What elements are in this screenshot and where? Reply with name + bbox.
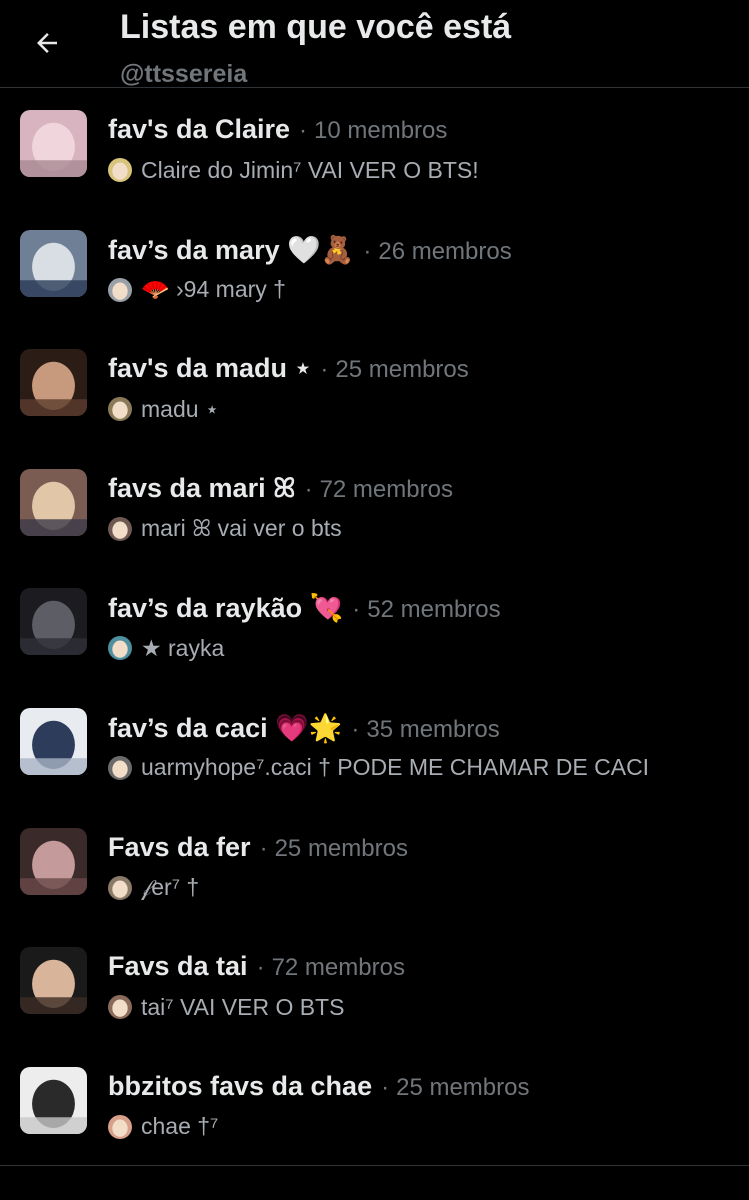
list-item[interactable]: fav’s da mary 🤍🧸 · 26 membros 🪭 ›94 mary † [0, 210, 749, 330]
owner-name: uarmyhope⁷.caci † PODE ME CHAMAR DE CACI [141, 754, 650, 781]
list-title-line: bbzitos favs da chae · 25 membros [108, 1071, 529, 1102]
member-count: 25 membros [335, 356, 469, 384]
owner-name: tai⁷ VAI VER O BTS [141, 993, 345, 1020]
member-count: 25 membros [396, 1073, 530, 1101]
owner-name: ★ rayka [141, 634, 225, 661]
owner-avatar [108, 636, 132, 661]
list-name: Favs da tai [108, 951, 248, 982]
member-count: 72 membros [271, 954, 405, 982]
back-button[interactable] [24, 20, 70, 66]
list-item[interactable]: fav’s da caci 💗🌟 · 35 membros uarmyhope⁷.ca… [0, 688, 749, 808]
list-thumbnail [20, 1066, 87, 1134]
list-owner: Claire do Jimin⁷ VAI VER O BTS! [108, 156, 479, 184]
member-count: 72 membros [319, 475, 453, 503]
list-owner: tai⁷ VAI VER O BTS [108, 993, 344, 1021]
list-name: favs da mari ꕤ [108, 472, 296, 503]
list-thumbnail [20, 349, 87, 417]
list-thumbnail [20, 110, 87, 177]
user-handle: @ttssereia [120, 60, 248, 88]
list-title-line: Favs da fer · 25 membros [108, 832, 408, 863]
list-owner: 𝒻er⁷ † [108, 874, 199, 902]
list-item[interactable]: fav's da madu ⋆ · 25 membros madu ⋆ [0, 329, 749, 449]
owner-avatar [108, 1114, 132, 1139]
owner-avatar [108, 397, 132, 422]
member-count: 26 membros [378, 237, 512, 265]
list-thumbnail [20, 827, 87, 895]
list-item[interactable]: Favs da fer · 25 membros 𝒻er⁷ † [0, 808, 749, 928]
list-name: fav's da madu ⋆ [108, 353, 312, 384]
separator-dot: · [259, 834, 268, 862]
list-title-line: fav’s da raykão 💘 · 52 membros [108, 592, 501, 624]
member-count: 52 membros [367, 596, 501, 624]
member-count: 35 membros [366, 715, 500, 743]
page-title: Listas em que você está [120, 8, 512, 46]
list-owner: ★ rayka [108, 634, 224, 662]
separator-dot: · [304, 475, 313, 503]
list-title-line: fav’s da mary 🤍🧸 · 26 membros [108, 234, 512, 266]
arrow-left-icon [37, 33, 57, 53]
member-count: 10 membros [314, 117, 448, 144]
list-title-line: fav’s da caci 💗🌟 · 35 membros [108, 712, 500, 744]
list-title-line: Favs da tai · 72 membros [108, 951, 405, 982]
owner-name: madu ⋆ [141, 395, 220, 422]
list-thumbnail [20, 947, 87, 1015]
list-item[interactable]: fav's da Claire · 10 membros Claire do Jimi… [0, 90, 749, 210]
list-thumbnail [20, 588, 87, 656]
list-name: fav’s da raykão 💘 [108, 593, 344, 624]
list-owner: uarmyhope⁷.caci † PODE ME CHAMAR DE CACI [108, 754, 649, 782]
list-item[interactable]: fav’s da raykão 💘 · 52 membros ★ rayka [0, 568, 749, 688]
list-owner: 🪭 ›94 mary † [108, 276, 286, 304]
list-thumbnail [20, 468, 87, 536]
list-title-line: fav's da Claire · 10 membros [108, 114, 447, 145]
list-name: Favs da fer [108, 831, 251, 862]
top-header: Listas em que você está @ttssereia [0, 0, 749, 88]
list-owner: madu ⋆ [108, 395, 219, 423]
separator-dot: · [299, 117, 308, 144]
list-name: fav’s da mary 🤍🧸 [108, 234, 355, 265]
list-item[interactable]: bbzitos favs da chae · 25 membros chae †⁷ [0, 1047, 749, 1167]
list-owner: mari ꕤ vai ver o bts [108, 515, 342, 543]
list-title-line: favs da mari ꕤ · 72 membros [108, 473, 453, 505]
lists-container: fav's da Claire · 10 membros Claire do Jimi… [0, 90, 749, 1166]
list-thumbnail [20, 707, 87, 775]
separator-dot: · [363, 237, 372, 265]
owner-name: chae †⁷ [141, 1113, 219, 1140]
owner-avatar [108, 995, 132, 1020]
separator-dot: · [256, 954, 265, 982]
list-thumbnail [20, 229, 87, 297]
separator-dot: · [320, 356, 329, 384]
list-title-line: fav's da madu ⋆ · 25 membros [108, 353, 469, 384]
separator-dot: · [381, 1073, 390, 1101]
owner-avatar [108, 277, 132, 302]
owner-avatar [108, 755, 132, 780]
list-item[interactable]: Favs da tai · 72 membros tai⁷ VAI VER O BTS [0, 927, 749, 1047]
owner-name: 𝒻er⁷ † [141, 874, 200, 901]
owner-avatar [108, 158, 132, 182]
member-count: 25 membros [274, 834, 408, 862]
separator-dot: · [352, 596, 361, 624]
list-name: bbzitos favs da chae [108, 1070, 373, 1101]
list-name: fav’s da caci 💗🌟 [108, 712, 343, 743]
bottom-divider [0, 1165, 749, 1166]
list-name: fav's da Claire [108, 114, 291, 144]
list-owner: chae †⁷ [108, 1113, 218, 1141]
list-item[interactable]: favs da mari ꕤ · 72 membros mari ꕤ vai ver … [0, 449, 749, 569]
owner-name: Claire do Jimin⁷ VAI VER O BTS! [141, 156, 479, 183]
owner-avatar [108, 875, 132, 900]
separator-dot: · [351, 715, 360, 743]
owner-name: 🪭 ›94 mary † [141, 276, 286, 303]
owner-avatar [108, 516, 132, 541]
owner-name: mari ꕤ vai ver o bts [141, 515, 342, 542]
